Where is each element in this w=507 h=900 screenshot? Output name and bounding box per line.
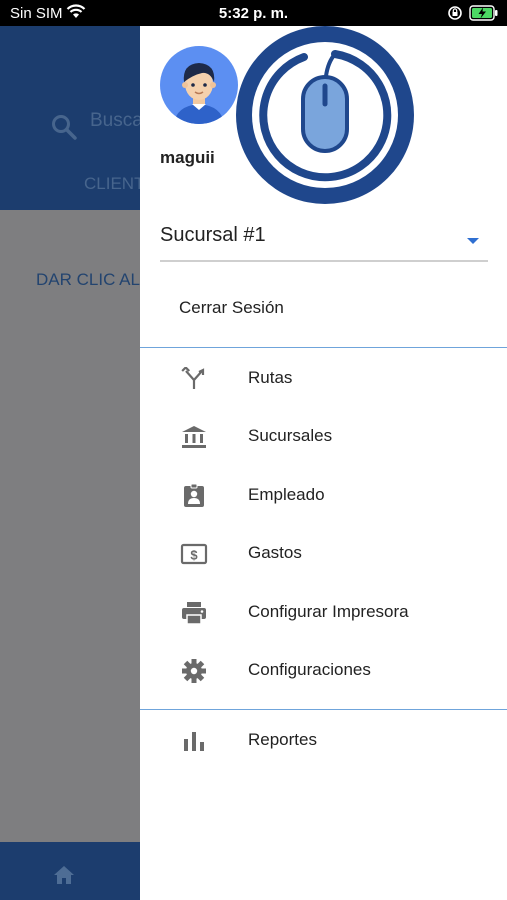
- route-icon: [180, 365, 208, 391]
- menu-item-configurar-impresora[interactable]: Configurar Impresora: [140, 584, 507, 640]
- svg-text:$: $: [190, 548, 198, 563]
- menu-item-label: Configuraciones: [248, 660, 371, 679]
- menu-item-label: Configurar Impresora: [248, 602, 409, 621]
- menu-item-label: Empleado: [248, 485, 325, 504]
- caret-down-icon: [466, 232, 480, 250]
- avatar[interactable]: [160, 46, 238, 124]
- bank-icon: [180, 425, 208, 449]
- logout-button[interactable]: Cerrar Sesión: [179, 298, 284, 318]
- printer-icon: [180, 601, 208, 625]
- menu-item-rutas[interactable]: Rutas: [140, 350, 507, 406]
- bar-chart-icon: [180, 729, 208, 753]
- battery-charging-icon: [469, 5, 499, 25]
- clock: 5:32 p. m.: [218, 5, 289, 22]
- home-icon[interactable]: [52, 864, 76, 891]
- tab-clientes[interactable]: CLIENT: [84, 174, 144, 194]
- branch-dropdown[interactable]: Sucursal #1: [160, 218, 488, 262]
- badge-icon: [180, 483, 208, 508]
- search-input[interactable]: Busca: [90, 110, 143, 132]
- menu-item-label: Rutas: [248, 368, 293, 387]
- orientation-lock-icon: [447, 5, 463, 25]
- divider: [140, 347, 507, 348]
- divider: [140, 709, 507, 710]
- status-bar: Sin SIM 5:32 p. m.: [0, 0, 507, 26]
- menu-item-label: Sucursales: [248, 426, 333, 445]
- money-icon: $: [180, 542, 208, 566]
- mouse-logo-icon: [236, 26, 414, 204]
- menu-item-label: Gastos: [248, 543, 302, 562]
- hint-text: DAR CLIC AL: [36, 270, 140, 289]
- username: maguii: [160, 148, 215, 167]
- menu-item-empleado[interactable]: Empleado: [140, 467, 507, 523]
- branch-selected-value: Sucursal #1: [160, 224, 266, 246]
- gear-icon: [180, 659, 208, 683]
- menu-item-gastos[interactable]: $ Gastos: [140, 525, 507, 581]
- search-icon[interactable]: [50, 113, 78, 146]
- menu-item-configuraciones[interactable]: Configuraciones: [140, 642, 507, 698]
- menu-item-sucursales[interactable]: Sucursales: [140, 408, 507, 464]
- menu-item-label: Reportes: [248, 730, 317, 749]
- menu-item-reportes[interactable]: Reportes: [140, 712, 507, 768]
